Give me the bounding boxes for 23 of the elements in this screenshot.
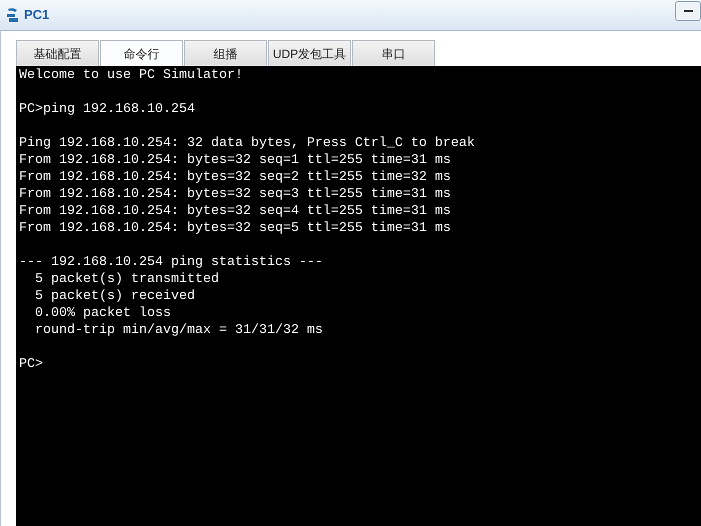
terminal-line: From 192.168.10.254: bytes=32 seq=2 ttl=255 time=32 ms xyxy=(19,169,451,186)
terminal-line: round-trip min/avg/max = 31/31/32 ms xyxy=(34,322,323,339)
terminal-line: Ping 192.168.10.254: 32 data bytes, Press Ctrl_C to break xyxy=(19,135,475,152)
terminal-line: 5 packet(s) received xyxy=(34,288,195,305)
terminal-line: From 192.168.10.254: bytes=32 seq=1 ttl=255 time=31 ms xyxy=(19,152,451,169)
terminal-line: From 192.168.10.254: bytes=32 seq=5 ttl=255 time=31 ms xyxy=(19,220,451,237)
minimize-icon xyxy=(684,10,692,12)
terminal-line: 0.00% packet loss xyxy=(34,305,171,322)
pc-icon xyxy=(6,7,20,23)
tab[interactable]: 命令行 xyxy=(100,40,183,66)
terminal-line: 5 packet(s) transmitted xyxy=(34,271,219,288)
tab[interactable]: UDP发包工具 xyxy=(268,40,351,66)
terminal-line: PC>ping 192.168.10.254 xyxy=(19,101,195,118)
tab[interactable]: 基础配置 xyxy=(16,40,99,66)
tab[interactable]: 串口 xyxy=(352,40,435,66)
minimize-button[interactable] xyxy=(675,1,701,21)
terminal-line: From 192.168.10.254: bytes=32 seq=4 ttl=255 time=31 ms xyxy=(19,203,451,220)
terminal-line: --- 192.168.10.254 ping statistics --- xyxy=(19,254,323,271)
tab[interactable]: 组播 xyxy=(184,40,267,66)
terminal-line: Welcome to use PC Simulator! xyxy=(19,67,243,84)
terminal-line: From 192.168.10.254: bytes=32 seq=3 ttl=255 time=31 ms xyxy=(19,186,451,203)
window-title: PC1 xyxy=(24,6,50,24)
terminal-line: PC> xyxy=(19,356,43,373)
